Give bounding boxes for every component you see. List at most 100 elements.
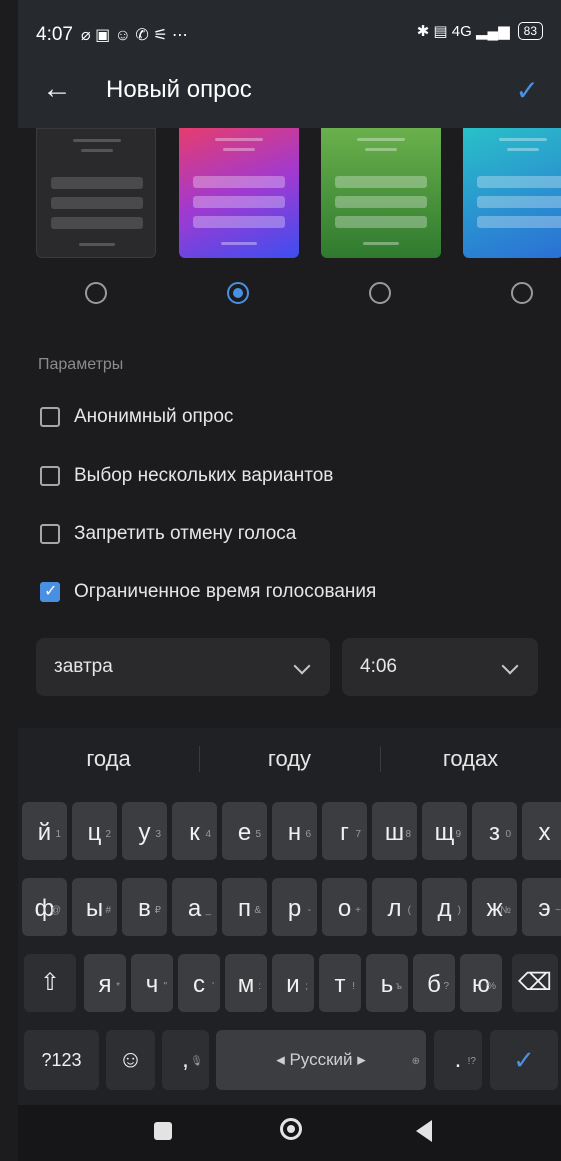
checkbox-anonymous[interactable]: [40, 407, 60, 427]
signal-icons: ✱ ▤ 4G ▂▄▆: [416, 23, 510, 40]
suggestion-3[interactable]: годах: [380, 728, 561, 790]
key-д[interactable]: ) д: [422, 878, 467, 936]
key-hint: *: [116, 981, 120, 992]
theme-radio-green[interactable]: [369, 282, 391, 304]
key-hint: (: [407, 905, 411, 916]
key-hint: ": [163, 981, 167, 992]
key-hint: 5: [255, 829, 261, 840]
key-э[interactable]: ~ э: [522, 878, 561, 936]
theme-radio-cyan-blue[interactable]: [511, 282, 533, 304]
key-я[interactable]: * я: [84, 954, 126, 1012]
option-anonymous[interactable]: Анонимный опрос: [40, 406, 233, 428]
key-в[interactable]: ₽ в: [122, 878, 167, 936]
shift-key[interactable]: ⇧: [24, 954, 76, 1012]
key-hint: 1: [55, 829, 61, 840]
date-value: завтра: [54, 656, 113, 677]
key-к[interactable]: 4к: [172, 802, 217, 860]
theme-radio-pink-blue[interactable]: [227, 282, 249, 304]
checkbox-time-limit[interactable]: [40, 581, 60, 602]
option-time-limit[interactable]: Ограниченное время голосования: [40, 581, 376, 603]
key-hint: ;: [305, 981, 308, 992]
key-е[interactable]: 5е: [222, 802, 267, 860]
key-у[interactable]: 3у: [122, 802, 167, 860]
top-bar: 4:07 ⌀ ▣ ☺ ✆ ⚟ ⋯ ✱ ▤ 4G ▂▄▆ 83 ← Новый о…: [18, 0, 561, 128]
theme-card-pink-blue[interactable]: [179, 128, 299, 258]
key-hint: ?: [443, 981, 449, 992]
emoji-key[interactable]: ☺: [106, 1030, 155, 1090]
period-key[interactable]: !? .: [434, 1030, 482, 1090]
suggestion-1[interactable]: года: [18, 728, 199, 790]
key-з[interactable]: 0з: [472, 802, 517, 860]
key-ю[interactable]: % ю: [460, 954, 502, 1012]
confirm-check-icon[interactable]: ✓: [516, 74, 539, 107]
key-ш[interactable]: 8ш: [372, 802, 417, 860]
checkbox-multiple-choice[interactable]: [40, 466, 60, 486]
status-bar: 4:07 ⌀ ▣ ☺ ✆ ⚟ ⋯ ✱ ▤ 4G ▂▄▆ 83: [18, 0, 561, 62]
emoji-icon: ☺: [118, 1046, 143, 1073]
key-hint: +: [355, 905, 361, 916]
enter-key[interactable]: ✓: [490, 1030, 558, 1090]
key-п[interactable]: & п: [222, 878, 267, 936]
key-hint: 8: [405, 829, 411, 840]
home-circle-icon[interactable]: [280, 1118, 302, 1140]
chevron-down-icon: [501, 657, 519, 675]
key-н[interactable]: 6н: [272, 802, 317, 860]
key-hint: ъ: [395, 981, 402, 992]
symbols-key[interactable]: ?123: [24, 1030, 99, 1090]
key-о[interactable]: + о: [322, 878, 367, 936]
key-hint: 2: [105, 829, 111, 840]
key-hint: 4: [205, 829, 211, 840]
theme-card-cyan-blue[interactable]: [463, 128, 561, 258]
key-й[interactable]: 1й: [22, 802, 67, 860]
params-heading: Параметры: [38, 356, 124, 373]
comma-key[interactable]: 🎙 ,: [162, 1030, 209, 1090]
backspace-key[interactable]: ⌫: [512, 954, 558, 1012]
page-title: Новый опрос: [106, 76, 252, 103]
key-х[interactable]: х: [522, 802, 561, 860]
key-hint: #: [105, 905, 111, 916]
key-щ[interactable]: 9щ: [422, 802, 467, 860]
key-ц[interactable]: 2ц: [72, 802, 117, 860]
theme-radio-dark[interactable]: [85, 282, 107, 304]
option-multiple-choice[interactable]: Выбор нескольких вариантов: [40, 465, 333, 487]
key-т[interactable]: ! т: [319, 954, 361, 1012]
key-ы[interactable]: # ы: [72, 878, 117, 936]
key-hint: ): [457, 905, 461, 916]
key-hint: &: [254, 905, 261, 916]
time-dropdown[interactable]: 4:06: [342, 638, 538, 696]
key-hint: ': [212, 981, 214, 992]
back-triangle-icon[interactable]: [416, 1120, 432, 1142]
key-ь[interactable]: ъь: [366, 954, 408, 1012]
globe-icon: ⊕: [411, 1056, 420, 1067]
date-dropdown[interactable]: завтра: [36, 638, 330, 696]
theme-card-green[interactable]: [321, 128, 441, 258]
option-label: Запретить отмену голоса: [74, 523, 297, 544]
theme-card-dark[interactable]: [36, 128, 156, 258]
back-arrow-icon[interactable]: ←: [42, 72, 72, 106]
mic-icon: 🎙: [190, 1056, 203, 1067]
key-б[interactable]: ? б: [413, 954, 455, 1012]
recents-square-icon[interactable]: [154, 1122, 172, 1140]
key-р[interactable]: -р: [272, 878, 317, 936]
key-ч[interactable]: " ч: [131, 954, 173, 1012]
key-ф[interactable]: @ ф: [22, 878, 67, 936]
space-key[interactable]: ⊕ ◂ Русский ▸: [216, 1030, 426, 1090]
keyboard: года году годах 1 й 2 ц 3 у 4 к 5 е 6 н 7 г 8 ш 9 щ 0 з х @ ф #…: [18, 728, 561, 1105]
key-л[interactable]: (л: [372, 878, 417, 936]
key-hint: 6: [305, 829, 311, 840]
key-а[interactable]: _ а: [172, 878, 217, 936]
key-hint: :: [258, 981, 261, 992]
notification-icons: ⌀ ▣ ☺ ✆ ⚟ ⋯: [80, 27, 189, 44]
key-hint: 3: [155, 829, 161, 840]
checkbox-no-revote[interactable]: [40, 524, 60, 544]
key-с[interactable]: ' с: [178, 954, 220, 1012]
key-г[interactable]: 7г: [322, 802, 367, 860]
option-no-revote[interactable]: Запретить отмену голоса: [40, 523, 296, 545]
chevron-down-icon: [293, 657, 311, 675]
app-bar: ← Новый опрос ✓: [18, 62, 561, 126]
key-ж[interactable]: № ж: [472, 878, 517, 936]
key-и[interactable]: ; и: [272, 954, 314, 1012]
key-м[interactable]: :м: [225, 954, 267, 1012]
key-hint: 0: [505, 829, 511, 840]
suggestion-2[interactable]: году: [199, 728, 380, 790]
